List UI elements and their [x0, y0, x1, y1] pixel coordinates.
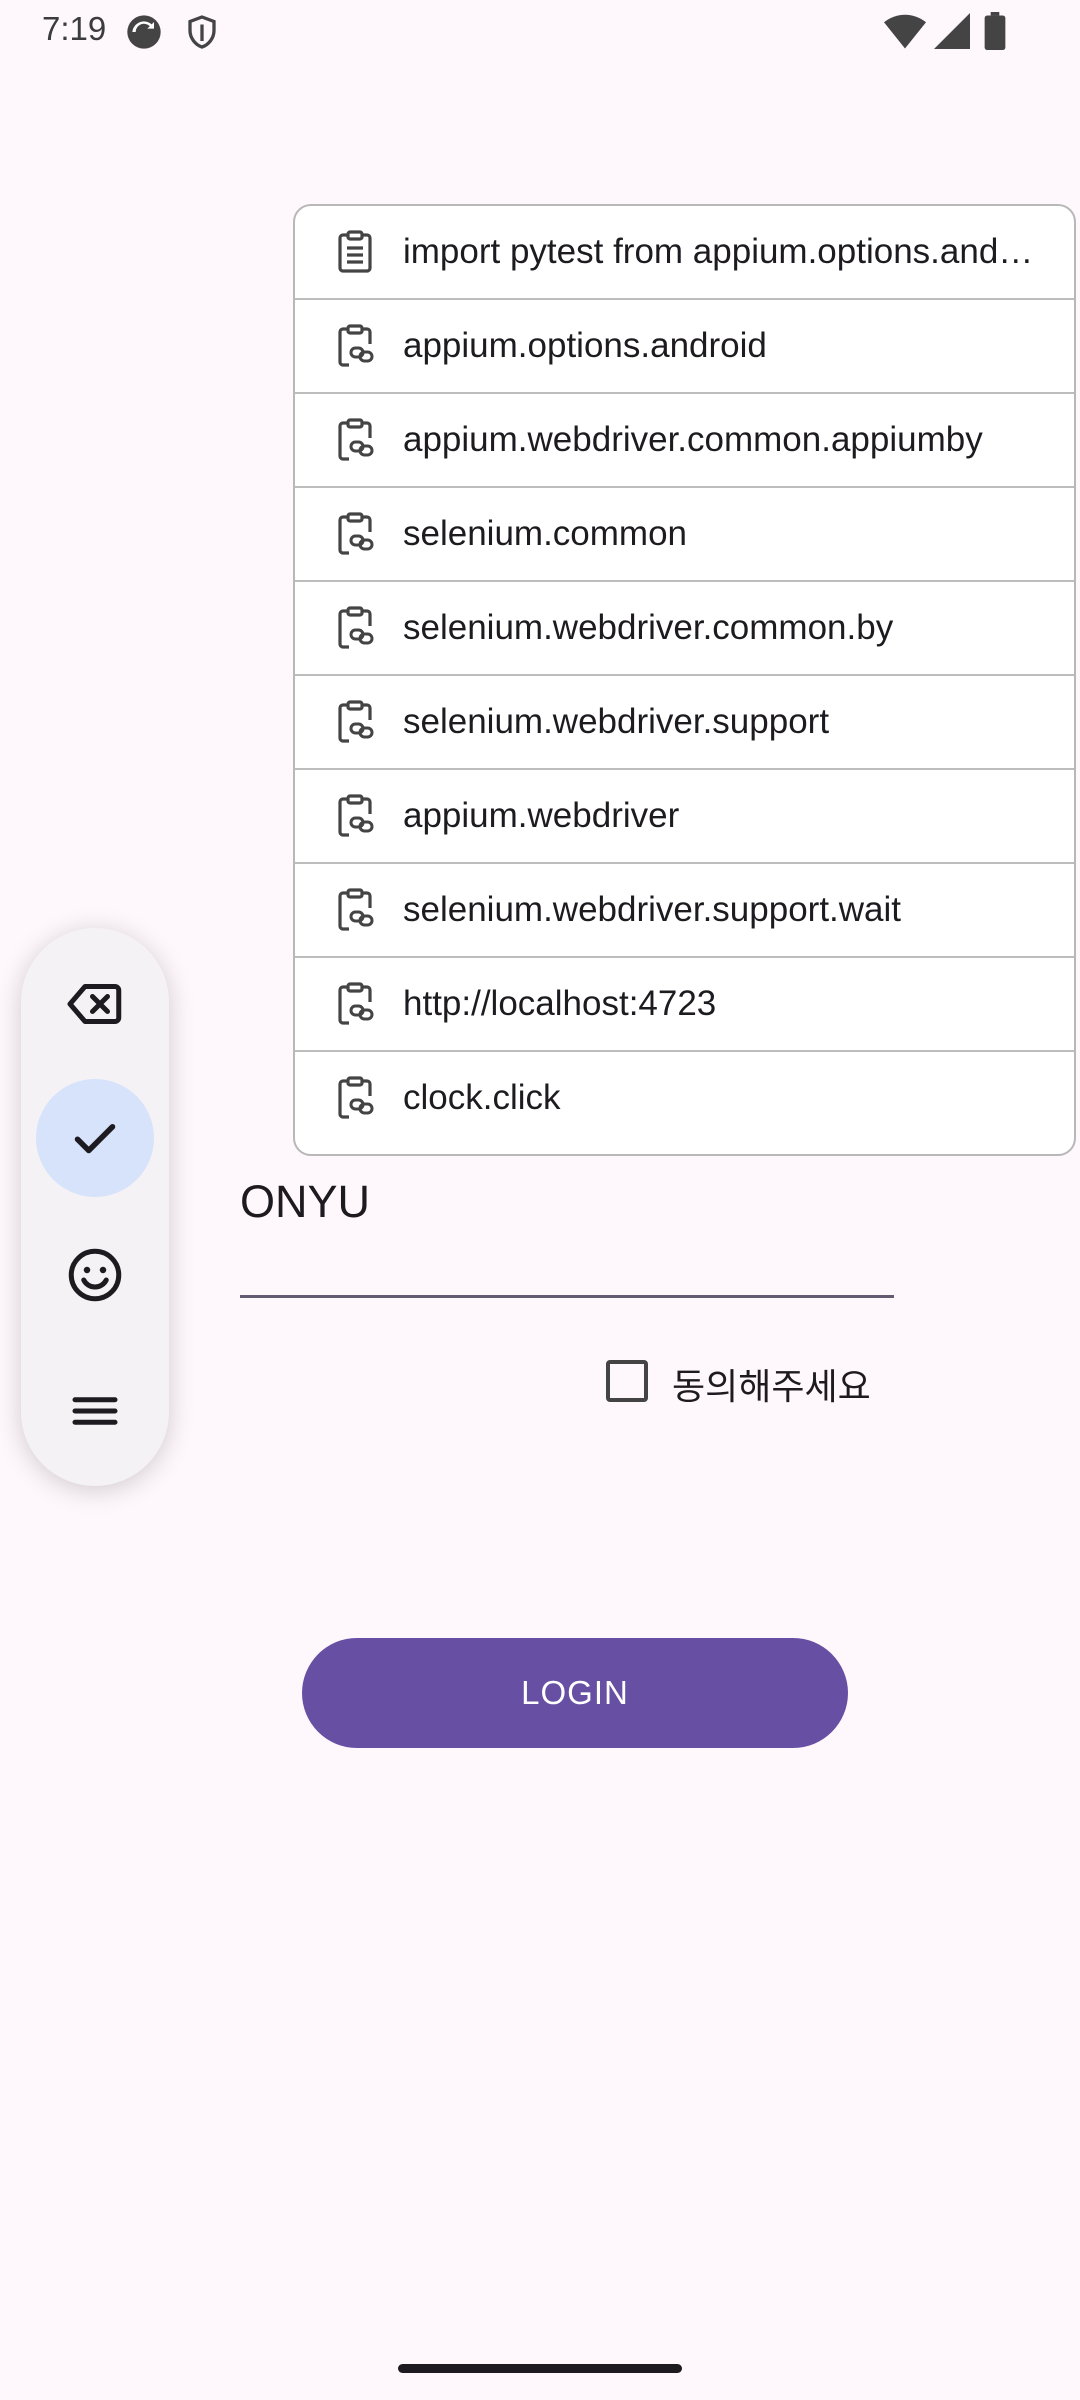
floating-keyboard-toolbar — [21, 928, 169, 1486]
suggestion-text: selenium.webdriver.support — [403, 702, 830, 741]
clipboard-link-icon — [331, 1074, 379, 1122]
signal-icon — [934, 12, 970, 55]
clipboard-link-icon — [331, 322, 379, 370]
suggestion-text: appium.options.android — [403, 326, 767, 365]
suggestion-text: selenium.common — [403, 514, 687, 553]
suggestion-item[interactable]: selenium.common — [295, 488, 1074, 582]
clipboard-link-icon — [331, 792, 379, 840]
suggestion-text: http://localhost:4723 — [403, 984, 717, 1023]
suggestion-text: import pytest from appium.options.androi… — [403, 232, 1040, 271]
menu-button[interactable] — [36, 1352, 154, 1470]
suggestion-text: clock.click — [403, 1078, 561, 1117]
login-button[interactable]: LOGIN — [302, 1638, 848, 1748]
status-time: 7:19 — [42, 10, 107, 47]
clipboard-link-icon — [331, 886, 379, 934]
emoji-icon — [68, 1248, 122, 1302]
suggestion-text: appium.webdriver — [403, 796, 680, 835]
done-button[interactable] — [36, 1079, 154, 1197]
suggestion-item[interactable]: import pytest from appium.options.androi… — [295, 206, 1074, 300]
emoji-button[interactable] — [36, 1216, 154, 1334]
suggestion-item[interactable]: http://localhost:4723 — [295, 958, 1074, 1052]
wifi-icon — [884, 12, 926, 55]
agree-checkbox-label[interactable]: 동의해주세요 — [672, 1358, 871, 1410]
suggestion-text: selenium.webdriver.support.wait — [403, 890, 902, 929]
suggestion-text: appium.webdriver.common.appiumby — [403, 420, 983, 459]
clipboard-link-icon — [331, 980, 379, 1028]
menu-icon — [72, 1397, 118, 1425]
suggestion-item[interactable]: appium.options.android — [295, 300, 1074, 394]
suggestion-item[interactable]: clock.click — [295, 1052, 1074, 1146]
suggestion-item[interactable]: appium.webdriver — [295, 770, 1074, 864]
shield-icon — [184, 12, 220, 57]
suggestion-item[interactable]: selenium.webdriver.support.wait — [295, 864, 1074, 958]
suggestion-item[interactable]: selenium.webdriver.common.by — [295, 582, 1074, 676]
clipboard-link-icon — [331, 698, 379, 746]
backspace-icon — [67, 984, 122, 1024]
agree-checkbox[interactable] — [606, 1360, 648, 1402]
suggestion-item[interactable]: selenium.webdriver.support — [295, 676, 1074, 770]
suggestion-text: selenium.webdriver.common.by — [403, 608, 894, 647]
clipboard-suggestions-dropdown: import pytest from appium.options.androi… — [293, 204, 1076, 1156]
username-input[interactable]: ONYU — [240, 1176, 370, 1228]
clipboard-link-icon — [331, 604, 379, 652]
sync-icon — [124, 12, 164, 57]
clipboard-link-icon — [331, 416, 379, 464]
backspace-button[interactable] — [36, 945, 154, 1063]
gesture-nav-handle[interactable] — [398, 2364, 682, 2373]
suggestion-item[interactable]: appium.webdriver.common.appiumby — [295, 394, 1074, 488]
battery-icon — [984, 12, 1006, 55]
check-icon — [74, 1124, 116, 1154]
status-bar: 7:19 — [0, 0, 1080, 64]
clipboard-text-icon — [331, 228, 379, 276]
clipboard-link-icon — [331, 510, 379, 558]
username-underline — [240, 1295, 894, 1298]
